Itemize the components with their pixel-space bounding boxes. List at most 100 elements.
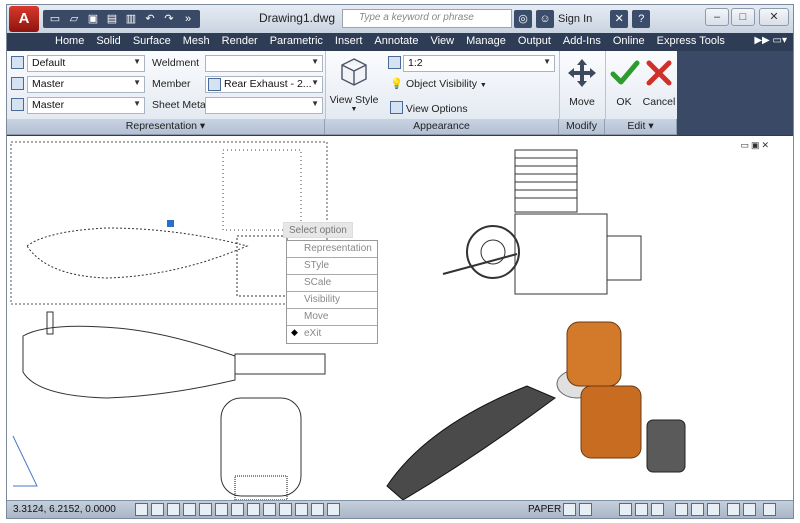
tab-surface[interactable]: Surface [127,33,177,51]
ducs-icon[interactable] [247,503,260,516]
view-style-icon [341,58,367,86]
object-visibility-button[interactable]: 💡 Object Visibility ▼ [390,77,487,90]
ribbon-panel: Default ▼ Master ▼ Master ▼ Weldment ▼ Memb… [7,51,793,135]
paper-space-toggle[interactable]: PAPER [528,504,561,515]
3d-osnap-icon[interactable] [215,503,228,516]
model-layout-icon[interactable] [563,503,576,516]
tab-mesh[interactable]: Mesh [177,33,216,51]
grid-icon[interactable] [151,503,164,516]
representation-default-combo[interactable]: Default ▼ [27,55,145,72]
quick-properties-icon[interactable] [311,503,324,516]
user-icon[interactable]: ☺ [536,10,554,28]
tab-home[interactable]: Home [49,33,90,51]
lineweight-icon[interactable] [279,503,292,516]
application-menu-button[interactable]: A [9,6,39,32]
tab-express-tools[interactable]: Express Tools [651,33,731,51]
shaded-crankcase [580,385,642,459]
ribbon-tabs: Home Solid Surface Mesh Render Parametric Inse… [7,33,793,51]
tab-annotate[interactable]: Annotate [368,33,424,51]
prop-hub-side [606,235,642,281]
lightbulb-icon: 💡 [390,78,404,90]
tab-online[interactable]: Online [607,33,651,51]
weldment-label: Weldment [152,57,200,69]
tab-output[interactable]: Output [512,33,557,51]
cancel-x-icon [646,60,672,86]
clean-screen-icon[interactable] [763,503,776,516]
new-icon[interactable]: ▭ [47,11,63,27]
view-style-button[interactable]: View Style ▼ [329,55,379,113]
context-menu-item-move[interactable]: Move [287,309,377,326]
move-button[interactable]: Move [563,57,601,108]
tab-view[interactable]: View [424,33,460,51]
chevron-down-icon: ▼ [479,82,487,89]
tab-render[interactable]: Render [216,33,264,51]
tab-insert[interactable]: Insert [329,33,369,51]
move-icon [568,59,596,87]
cancel-button[interactable]: Cancel [641,57,677,108]
snap-icon[interactable] [135,503,148,516]
status-bar: 3.3124, 6.2152, 0.0000 PAPER [7,500,793,518]
status-menu-icon[interactable] [743,503,756,516]
context-menu-item-style[interactable]: STyle [287,258,377,275]
lock-icon[interactable] [691,503,704,516]
tab-manage[interactable]: Manage [460,33,512,51]
qat-more-icon[interactable]: » [180,11,196,27]
checkmark-icon [610,60,640,85]
redo-icon[interactable]: ↷ [161,11,177,27]
context-menu-item-exit[interactable]: ◆ eXit [287,326,377,343]
view-options-button[interactable]: View Options [390,99,468,115]
representation-panel-label[interactable]: Representation ▾ [7,119,325,134]
exchange-icon[interactable]: ✕ [610,10,629,28]
ucs-icon [12,435,38,487]
member-combo[interactable]: Rear Exhaust - 2... ▼ [205,76,323,93]
save-icon[interactable]: ▣ [85,11,101,27]
sign-in-link[interactable]: Sign In [558,13,592,25]
chevron-down-icon: ▼ [133,99,141,108]
representation-master-combo-2[interactable]: Master ▼ [27,97,145,114]
ribbon-minimize-icon[interactable]: ▶▶ ▭▾ [754,35,787,46]
transparency-icon[interactable] [295,503,308,516]
annotation-scale-icon[interactable] [651,503,664,516]
tab-solid[interactable]: Solid [90,33,126,51]
workspace-icon[interactable] [675,503,688,516]
pan-icon[interactable] [619,503,632,516]
selection-cycling-icon[interactable] [327,503,340,516]
representation-master-combo-1[interactable]: Master ▼ [27,76,145,93]
exhaust-pipe-dashed [26,227,249,279]
sheet-metal-label: Sheet Metal [152,99,209,111]
polar-icon[interactable] [183,503,196,516]
context-menu-item-visibility[interactable]: Visibility [287,292,377,309]
layout-icon[interactable] [579,503,592,516]
drawing-canvas[interactable]: ▭▣✕ Select option Representation STyle S… [7,136,793,500]
print-icon[interactable]: ▥ [123,11,139,27]
maximize-button[interactable]: □ [731,8,755,26]
edit-panel-label[interactable]: Edit ▾ [605,119,677,134]
context-menu-item-scale[interactable]: SCale [287,275,377,292]
undo-icon[interactable]: ↶ [142,11,158,27]
sheet-metal-combo[interactable]: ▼ [205,97,323,114]
ortho-icon[interactable] [167,503,180,516]
chevron-down-icon: ▼ [311,99,319,108]
ok-button[interactable]: OK [609,57,640,108]
isolate-objects-icon[interactable] [727,503,740,516]
otrack-icon[interactable] [231,503,244,516]
context-menu-item-representation[interactable]: Representation [287,241,377,258]
context-menu-item-label: STyle [304,260,330,271]
open-icon[interactable]: ▱ [66,11,82,27]
save-as-icon[interactable]: ▤ [104,11,120,27]
panel-divider [605,51,606,121]
help-icon[interactable]: ? [632,10,651,28]
hardware-acceleration-icon[interactable] [707,503,720,516]
osnap-icon[interactable] [199,503,212,516]
minimize-button[interactable]: – [705,8,729,26]
binoculars-icon[interactable]: ◎ [514,10,532,28]
zoom-icon[interactable] [635,503,648,516]
weldment-combo[interactable]: ▼ [205,55,323,72]
tab-parametric[interactable]: Parametric [264,33,329,51]
dyn-icon[interactable] [263,503,276,516]
close-button[interactable]: ✕ [759,8,789,26]
scale-combo[interactable]: 1:2 ▼ [403,55,555,72]
view-representation-icon [11,56,24,69]
search-input[interactable]: Type a keyword or phrase [342,9,512,28]
tab-add-ins[interactable]: Add-Ins [557,33,607,51]
